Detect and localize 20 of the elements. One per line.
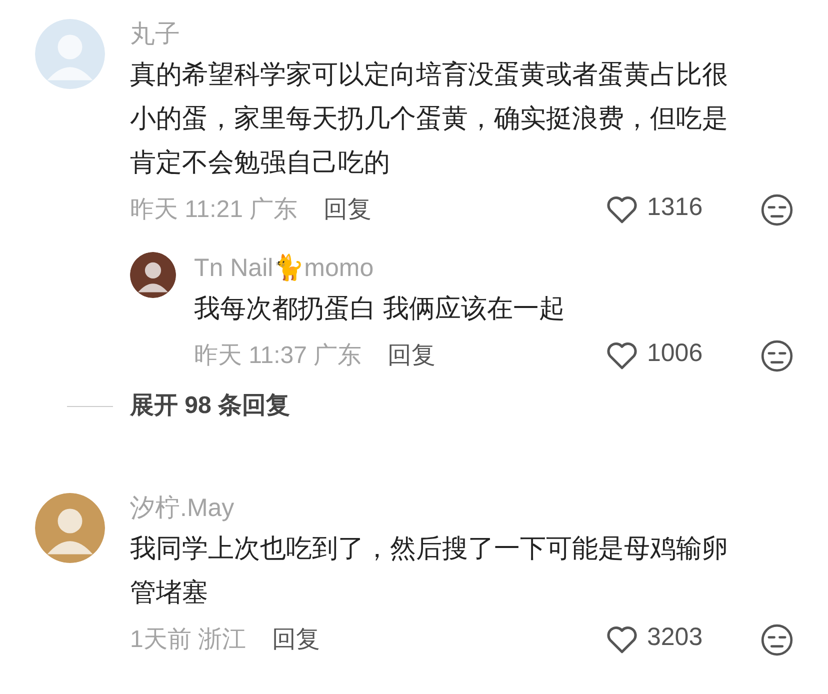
reply-button[interactable]: 回复 — [388, 338, 436, 374]
like-count: 1316 — [647, 192, 704, 224]
comment-text: 小的蛋，家里每天扔几个蛋黄，确实挺浪费，但吃是 — [130, 102, 729, 135]
comment-meta: 昨天 11:21 广东 — [130, 195, 298, 225]
face-icon[interactable] — [759, 192, 795, 228]
reply-button[interactable]: 回复 — [324, 192, 372, 228]
like-count: 3203 — [647, 622, 704, 654]
expand-replies-link[interactable]: 展开 98 条回复 — [130, 388, 290, 424]
face-icon[interactable] — [759, 622, 795, 658]
face-icon[interactable] — [759, 338, 795, 374]
like-count: 1006 — [647, 338, 704, 370]
comment-text: 真的希望科学家可以定向培育没蛋黄或者蛋黄占比很 — [130, 58, 729, 91]
comment-meta: 1天前 浙江 — [130, 625, 246, 655]
comment-text: 管堵塞 — [130, 576, 209, 609]
comment-text: 我每次都扔蛋白 我俩应该在一起 — [194, 292, 566, 325]
avatar[interactable] — [130, 252, 176, 298]
comment-text: 肯定不会勉强自己吃的 — [130, 146, 391, 179]
comment-meta: 昨天 11:37 广东 — [194, 341, 362, 371]
reply-button[interactable]: 回复 — [272, 622, 320, 658]
comment-text: 我同学上次也吃到了，然后搜了一下可能是母鸡输卵 — [130, 532, 729, 565]
